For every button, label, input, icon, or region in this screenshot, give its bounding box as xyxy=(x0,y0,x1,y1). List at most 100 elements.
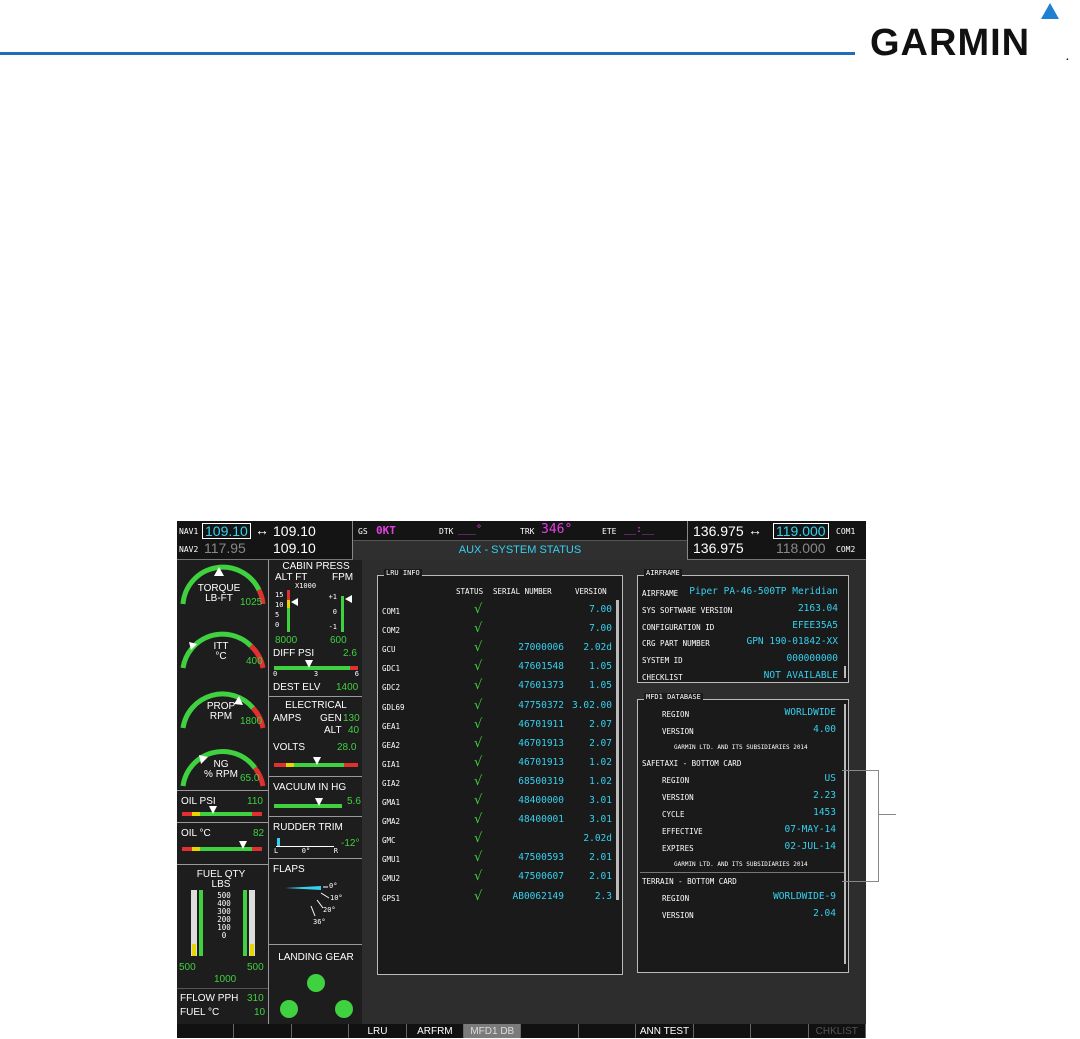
trk-value: 346° xyxy=(541,522,573,537)
lru-serial: 48400000 xyxy=(518,795,564,806)
flaps-tick: 20° xyxy=(323,906,336,914)
lru-version: 3.02.00 xyxy=(571,699,612,711)
airframe-scrollbar[interactable] xyxy=(844,666,846,678)
softkey-mfd1-db[interactable]: MFD1 DB xyxy=(464,1024,522,1038)
callout-leader xyxy=(878,814,896,815)
softkey-chklist[interactable]: CHKLIST xyxy=(809,1024,866,1038)
mfd-database-panel: MFD1 DATABASE REGION WORLDWIDE VERSION 4… xyxy=(637,693,849,973)
safetaxi-cycle-label: CYCLE xyxy=(662,810,685,819)
alt-value: 40 xyxy=(348,725,360,736)
rudder-trim-value: -12° xyxy=(341,838,360,849)
com2-active-freq[interactable]: 118.000 xyxy=(776,540,826,556)
eis-divider xyxy=(269,944,362,945)
lru-version: 2.3 xyxy=(594,890,612,902)
softkey-blank-9[interactable] xyxy=(694,1024,752,1038)
lru-name: GMA1 xyxy=(382,798,401,807)
nav2-standby-freq[interactable]: 109.10 xyxy=(273,540,316,556)
eis-divider xyxy=(269,858,362,859)
nav2-label: NAV2 xyxy=(179,545,199,554)
torque-value: 1025 xyxy=(240,597,263,608)
lru-serial: AB0062149 xyxy=(512,890,564,902)
trk-label: TRK xyxy=(520,527,535,536)
dest-elv-label: DEST ELV xyxy=(273,682,321,693)
lru-name: GIA1 xyxy=(382,759,401,769)
eis-divider xyxy=(177,864,268,865)
vacuum-value: 5.6 xyxy=(347,796,361,807)
nav1-active-freq[interactable]: 109.10 xyxy=(202,523,251,539)
lru-serial: 47500593 xyxy=(518,852,564,864)
diff-psi-scale: 036 xyxy=(273,670,359,678)
softkey-arfrm[interactable]: ARFRM xyxy=(407,1024,465,1038)
cabin-alt-scale: 15 10 5 0 xyxy=(275,591,284,629)
oil-temp-label: OIL °C xyxy=(181,828,211,839)
lru-serial: 48400001 xyxy=(518,814,564,826)
softkey-blank-7[interactable] xyxy=(579,1024,637,1038)
lru-status-check-icon: √ xyxy=(474,888,483,904)
oil-temp-pointer-icon xyxy=(239,841,247,849)
db-version-label: VERSION xyxy=(662,727,694,736)
eis-divider xyxy=(269,776,362,777)
rudder-trim-label: RUDDER TRIM xyxy=(273,822,343,833)
lru-serial: 27000006 xyxy=(518,642,564,654)
lru-status-check-icon: √ xyxy=(474,678,483,694)
nav2-active-freq[interactable]: 117.95 xyxy=(204,540,246,556)
diff-psi-value: 2.6 xyxy=(343,648,357,659)
softkey-blank-6[interactable] xyxy=(522,1024,579,1038)
cabin-fpm-scale: +1 0 -1 xyxy=(328,593,337,631)
lru-status-check-icon: √ xyxy=(474,850,483,866)
com1-standby-freq[interactable]: 136.975 xyxy=(693,523,744,539)
lru-status-check-icon: √ xyxy=(474,869,483,885)
volts-pointer-icon xyxy=(313,757,321,765)
lru-name: GPS1 xyxy=(382,893,401,903)
top-bar: NAV1 109.10 ↔ 109.10 NAV2 117.95 109.10 … xyxy=(177,521,866,560)
eis-divider xyxy=(177,790,268,791)
lru-header-serial: SERIAL NUMBER xyxy=(493,587,552,596)
flaps-tick: 36° xyxy=(313,918,326,926)
oil-psi-value: 110 xyxy=(247,796,263,807)
lru-header-status: STATUS xyxy=(456,587,484,596)
garmin-logo: GARMIN . xyxy=(870,3,1069,65)
airframe-row-value: GPN 190-01842-XX xyxy=(746,636,838,648)
lru-serial: 47601373 xyxy=(518,680,564,692)
ete-value: __:__ xyxy=(624,524,655,535)
lru-info-title: LRU INFO xyxy=(384,569,422,577)
dtk-label: DTK xyxy=(439,527,454,536)
softkey-blank-1[interactable] xyxy=(234,1024,292,1038)
airframe-row-label: CRG PART NUMBER xyxy=(642,639,710,649)
softkey-blank-10[interactable] xyxy=(751,1024,809,1038)
lru-version: 7.00 xyxy=(589,623,612,635)
lru-version: 2.07 xyxy=(589,737,612,749)
lru-name: GCU xyxy=(382,645,396,655)
terrain-version-value: 2.04 xyxy=(813,908,836,919)
fuel-total-value: 1000 xyxy=(214,974,237,985)
lru-status-check-icon: √ xyxy=(474,640,483,656)
lru-version: 2.01 xyxy=(589,871,612,883)
lru-status-check-icon: √ xyxy=(474,735,483,751)
diff-psi-pointer-icon xyxy=(305,660,313,668)
fuel-qty-title: FUEL QTY LBS xyxy=(196,869,246,890)
lru-status-check-icon: √ xyxy=(474,602,483,617)
softkey-lru[interactable]: LRU xyxy=(349,1024,407,1038)
lru-status-check-icon: √ xyxy=(474,754,483,770)
com2-standby-freq[interactable]: 136.975 xyxy=(693,540,744,556)
page-title-bar: AUX - SYSTEM STATUS xyxy=(353,540,687,560)
ng-label: NG% RPM xyxy=(204,759,238,780)
flaps-tick: 0° xyxy=(329,882,338,890)
lru-name: GMC xyxy=(382,836,396,846)
lru-name: GEA1 xyxy=(382,721,401,731)
flaps-indicator xyxy=(285,886,330,917)
softkey-blank-2[interactable] xyxy=(292,1024,350,1038)
softkey-blank-0[interactable] xyxy=(177,1024,235,1038)
lru-name: GIA2 xyxy=(382,778,401,788)
com1-active-freq[interactable]: 119.000 xyxy=(773,523,829,539)
gen-value: 130 xyxy=(343,713,360,724)
softkey-ann-test[interactable]: ANN TEST xyxy=(636,1024,694,1038)
lru-scrollbar[interactable] xyxy=(616,600,619,900)
torque-label: TORQUE LB-FT xyxy=(197,583,241,604)
rudder-trim-pointer-icon xyxy=(277,838,280,846)
nav1-standby-freq[interactable]: 109.10 xyxy=(273,523,316,539)
lru-version: 2.02d xyxy=(583,833,612,845)
safetaxi-title: SAFETAXI - BOTTOM CARD xyxy=(642,759,742,768)
safetaxi-copyright: GARMIN LTD. AND ITS SUBSIDIARIES 2014 xyxy=(674,861,808,868)
db-region-label: REGION xyxy=(662,710,690,719)
